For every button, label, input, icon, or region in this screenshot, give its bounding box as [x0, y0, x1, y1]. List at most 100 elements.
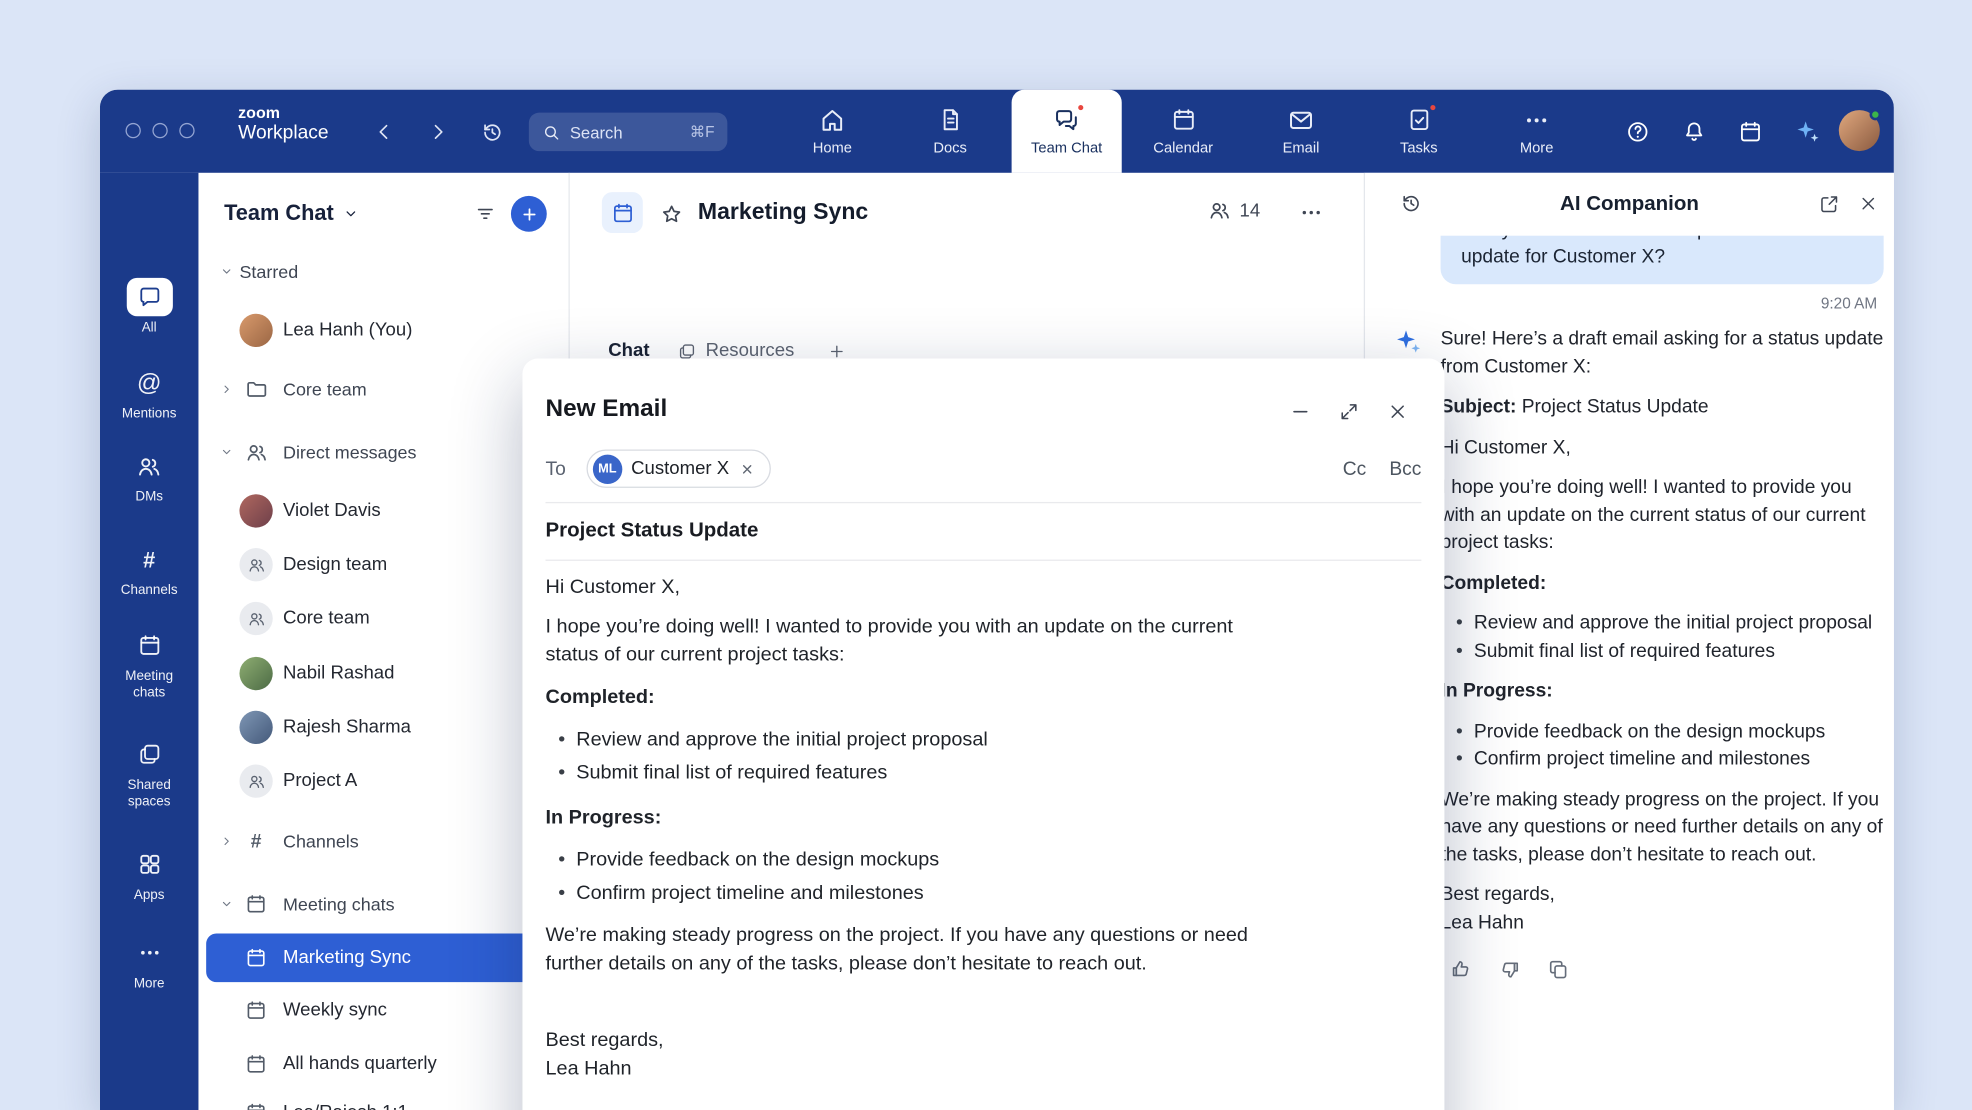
ai-companion-button[interactable]: [1789, 114, 1825, 150]
rail-item-more[interactable]: More: [100, 933, 199, 991]
calendar-icon: [610, 200, 634, 224]
close-modal-button[interactable]: [1378, 393, 1416, 429]
search-input[interactable]: Search ⌘F: [529, 113, 727, 151]
ai-sparkle-icon: [1392, 327, 1423, 358]
window-zoom-button[interactable]: [179, 123, 194, 138]
email-body-editor[interactable]: Hi Customer X, I hope you’re doing well!…: [546, 574, 1286, 1084]
list-item-rajesh-sharma[interactable]: Rajesh Sharma: [206, 704, 562, 750]
nav-home[interactable]: Home: [777, 90, 887, 173]
avatar[interactable]: [1839, 110, 1880, 151]
channel-avatar: [602, 192, 643, 233]
hash-icon: #: [126, 540, 172, 578]
to-field[interactable]: To ML Customer X Cc Bcc: [546, 449, 1422, 487]
list-item-violet-davis[interactable]: Violet Davis: [206, 488, 562, 534]
avatar: [239, 314, 272, 347]
bcc-button[interactable]: Bcc: [1389, 458, 1421, 480]
notifications-button[interactable]: [1676, 114, 1712, 150]
nav-docs[interactable]: Docs: [895, 90, 1005, 173]
open-external-button[interactable]: [1811, 186, 1847, 222]
nav-calendar[interactable]: Calendar: [1128, 90, 1238, 173]
forward-button[interactable]: [420, 114, 456, 150]
search-placeholder: Search: [570, 122, 681, 141]
zoom-workplace-logo: zoom Workplace: [238, 105, 328, 144]
list-item-lea-hanh[interactable]: Lea Hanh (You): [206, 307, 562, 353]
rail-item-apps[interactable]: Apps: [100, 845, 199, 903]
back-button[interactable]: [366, 114, 402, 150]
rail-item-shared-spaces[interactable]: Shared spaces: [100, 735, 199, 809]
list-item-marketing-sync[interactable]: Marketing Sync: [206, 933, 562, 982]
rail-item-all[interactable]: All: [100, 278, 199, 336]
section-channels[interactable]: # Channels: [206, 818, 562, 864]
section-meeting-chats[interactable]: Meeting chats: [206, 881, 562, 927]
logo-zoom: zoom: [238, 105, 328, 123]
chevron-down-icon: [216, 444, 236, 459]
section-core-team-folder[interactable]: Core team: [206, 366, 562, 412]
divider: [546, 560, 1422, 561]
filter-button[interactable]: [467, 196, 503, 232]
ai-history-button[interactable]: [1393, 186, 1429, 222]
calendar-icon: [1170, 106, 1197, 135]
chevron-down-icon: [341, 205, 359, 223]
calendar-icon: [239, 1053, 272, 1076]
apps-icon: [126, 845, 172, 883]
rail-item-channels[interactable]: # Channels: [100, 540, 199, 598]
search-shortcut: ⌘F: [690, 123, 715, 141]
list-item-core-team[interactable]: Core team: [206, 595, 562, 641]
chat-icon: [126, 278, 172, 316]
remove-recipient-button[interactable]: [738, 459, 757, 478]
star-button[interactable]: [654, 200, 687, 228]
list-item-lea-rajesh[interactable]: Lea/Rajesh 1:1: [206, 1090, 562, 1110]
copy-button[interactable]: [1543, 954, 1574, 985]
subject-field[interactable]: Project Status Update: [546, 520, 759, 543]
group-avatar: [239, 602, 272, 635]
recipient-chip[interactable]: ML Customer X: [586, 449, 771, 487]
ai-response: Sure! Here’s a draft email asking for a …: [1394, 325, 1883, 984]
rail-item-mentions[interactable]: @ Mentions: [100, 364, 199, 422]
cc-button[interactable]: Cc: [1343, 458, 1366, 480]
folder-icon: [239, 377, 272, 401]
section-direct-messages[interactable]: Direct messages: [206, 429, 562, 475]
list-item-all-hands[interactable]: All hands quarterly: [206, 1041, 562, 1087]
new-chat-button[interactable]: [511, 196, 547, 232]
close-ai-panel-button[interactable]: [1850, 186, 1886, 222]
nav-more[interactable]: More: [1482, 90, 1592, 173]
recipient-avatar: ML: [593, 454, 622, 483]
more-icon: [1298, 200, 1324, 226]
thumbs-down-button[interactable]: [1494, 954, 1525, 985]
help-icon: [1625, 119, 1651, 145]
minimize-modal-button[interactable]: [1281, 393, 1319, 429]
close-icon: [741, 462, 755, 476]
list-item-nabil-rashad[interactable]: Nabil Rashad: [206, 651, 562, 697]
list-item-project-a[interactable]: Project A: [206, 758, 562, 804]
schedule-button[interactable]: [1733, 114, 1769, 150]
chevron-right-icon: [216, 834, 236, 849]
list-item-weekly-sync[interactable]: Weekly sync: [206, 987, 562, 1033]
people-icon: [239, 440, 272, 464]
member-count-button[interactable]: 14: [1208, 198, 1261, 222]
help-button[interactable]: [1620, 114, 1656, 150]
nav-team-chat[interactable]: Team Chat: [1012, 90, 1122, 173]
chevron-right-icon: [216, 382, 236, 397]
channel-more-button[interactable]: [1293, 196, 1329, 229]
email-icon: [1287, 106, 1315, 135]
ai-feedback-bar: [1446, 954, 1884, 985]
team-chat-menu[interactable]: Team Chat: [224, 201, 359, 227]
rail-item-dms[interactable]: DMs: [100, 447, 199, 505]
thumbs-up-button[interactable]: [1446, 954, 1477, 985]
list-item-design-team[interactable]: Design team: [206, 542, 562, 588]
home-icon: [818, 106, 846, 135]
window-minimize-button[interactable]: [152, 123, 167, 138]
nav-email[interactable]: Email: [1246, 90, 1356, 173]
calendar-icon: [239, 893, 272, 916]
history-icon: [1400, 192, 1423, 215]
avatar: [239, 657, 272, 690]
window-close-button[interactable]: [125, 123, 140, 138]
section-starred[interactable]: Starred: [206, 248, 562, 294]
expand-modal-button[interactable]: [1329, 393, 1367, 429]
rail-item-meeting-chats[interactable]: Meeting chats: [100, 626, 199, 700]
history-button[interactable]: [474, 114, 510, 150]
thumbs-down-icon: [1498, 958, 1521, 981]
nav-tasks[interactable]: Tasks: [1364, 90, 1474, 173]
copy-icon: [1547, 958, 1570, 981]
group-avatar: [239, 764, 272, 797]
